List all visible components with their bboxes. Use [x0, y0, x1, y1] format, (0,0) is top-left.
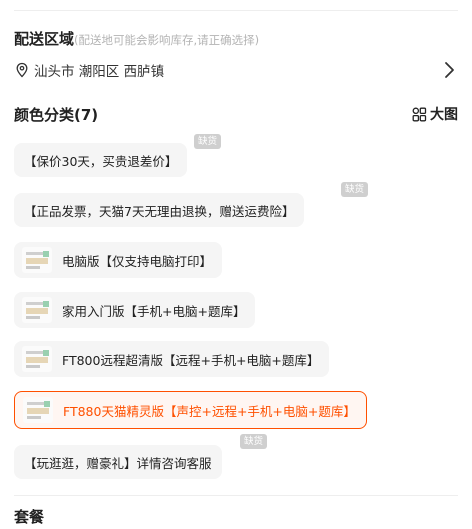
address-text: 汕头市 潮阳区 西胪镇 — [34, 64, 165, 80]
package-section-title: 套餐 — [14, 508, 45, 526]
big-picture-label: 大图 — [430, 107, 458, 123]
location-pin-icon — [16, 62, 28, 78]
shipping-hint: (配送地可能会影响库存,请正确选择) — [74, 33, 260, 47]
option-label: 【正品发票，天猫7天无理由退换，赠送运费险】 — [24, 203, 295, 219]
option-label: 【玩逛逛，赠豪礼】详情咨询客服 — [24, 455, 212, 471]
color-section-header: 颜色分类(7) 大图 — [14, 104, 458, 126]
shipping-header: 配送区域(配送地可能会影响库存,请正确选择) — [14, 28, 259, 49]
color-section-title: 颜色分类(7) — [14, 106, 99, 124]
color-option-pc-version[interactable]: 电脑版【仅支持电脑打印】 — [14, 242, 223, 278]
shipping-title: 配送区域 — [14, 30, 75, 48]
option-thumbnail — [22, 247, 52, 273]
option-label: FT880天猫精灵版【声控+远程+手机+电脑+题库】 — [63, 403, 356, 419]
option-thumbnail — [22, 346, 52, 372]
color-option-price-protection[interactable]: 【保价30天，买贵退差价】 — [14, 143, 188, 177]
out-of-stock-badge: 缺货 — [341, 182, 369, 197]
option-label: 电脑版【仅支持电脑打印】 — [62, 253, 213, 269]
color-option-ft800[interactable]: FT800远程超清版【远程+手机+电脑+题库】 — [14, 341, 330, 377]
option-thumbnail — [22, 297, 52, 323]
color-option-promo[interactable]: 【玩逛逛，赠豪礼】详情咨询客服 — [14, 445, 222, 479]
option-label: FT800远程超清版【远程+手机+电脑+题库】 — [62, 352, 320, 368]
color-option-invoice[interactable]: 【正品发票，天猫7天无理由退换，赠送运费险】 — [14, 193, 305, 227]
option-label: 家用入门版【手机+电脑+题库】 — [62, 303, 246, 319]
big-picture-button[interactable]: 大图 — [412, 104, 458, 124]
color-option-home-basic[interactable]: 家用入门版【手机+电脑+题库】 — [14, 292, 256, 328]
out-of-stock-badge: 缺货 — [194, 134, 222, 149]
address-selector[interactable]: 汕头市 潮阳区 西胪镇 — [14, 58, 458, 82]
color-option-ft880[interactable]: FT880天猫精灵版【声控+远程+手机+电脑+题库】 — [14, 391, 367, 429]
option-label: 【保价30天，买贵退差价】 — [24, 153, 178, 169]
out-of-stock-badge: 缺货 — [240, 434, 268, 449]
option-thumbnail — [23, 397, 53, 423]
grid-icon — [412, 107, 427, 121]
bottom-divider — [14, 495, 458, 496]
chevron-right-icon[interactable] — [442, 61, 456, 79]
top-divider — [14, 10, 458, 11]
